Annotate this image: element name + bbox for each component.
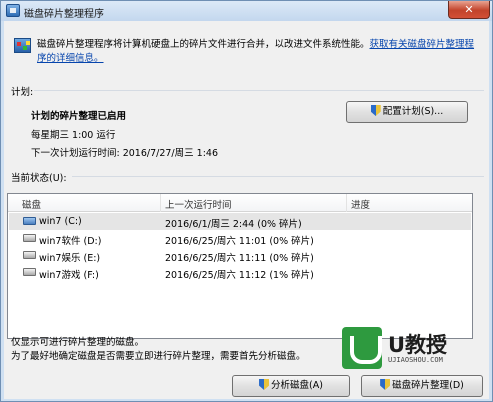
disk-name: win7游戏 (F:) xyxy=(39,270,99,281)
disk-list[interactable]: 磁盘 上一次运行时间 进度 win7 (C:) 2016/6/1/周三 2:44… xyxy=(7,193,473,339)
current-status-label: 当前状态(U): xyxy=(11,173,67,184)
analyze-disk-label: 分析磁盘(A) xyxy=(271,380,323,391)
disk-row[interactable]: win7软件 (D:) 2016/6/25/周六 11:01 (0% 碎片) xyxy=(9,230,471,247)
intro-text: 磁盘碎片整理程序将计算机硬盘上的碎片文件进行合并，以改进文件系统性能。获取有关磁… xyxy=(37,38,477,66)
intro-description: 磁盘碎片整理程序将计算机硬盘上的碎片文件进行合并，以改进文件系统性能。 xyxy=(37,39,370,50)
defrag-app-icon xyxy=(6,4,20,17)
uac-shield-icon xyxy=(380,379,391,390)
uac-shield-icon xyxy=(370,105,381,116)
footer-note-1: 仅显示可进行碎片整理的磁盘。 xyxy=(11,337,145,348)
schedule-divider xyxy=(34,90,484,91)
watermark-title: U教授 xyxy=(388,333,448,357)
drive-icon xyxy=(23,268,36,276)
close-button[interactable]: ✕ xyxy=(448,1,490,19)
disk-last-run: 2016/6/25/周六 11:12 (1% 碎片) xyxy=(165,270,314,281)
disk-list-header: 磁盘 上一次运行时间 进度 xyxy=(8,194,472,212)
disk-last-run: 2016/6/1/周三 2:44 (0% 碎片) xyxy=(165,219,302,230)
disk-last-run: 2016/6/25/周六 11:11 (0% 碎片) xyxy=(165,253,314,264)
column-last-run[interactable]: 上一次运行时间 xyxy=(165,197,232,211)
watermark-subtitle: UJIAOSHOU.COM xyxy=(388,356,443,364)
schedule-section-label: 计划: xyxy=(11,87,34,98)
disk-name: win7软件 (D:) xyxy=(39,236,102,247)
watermark-logo xyxy=(342,327,382,369)
analyze-disk-button[interactable]: 分析磁盘(A) xyxy=(232,375,350,397)
column-disk[interactable]: 磁盘 xyxy=(22,197,41,211)
uac-shield-icon xyxy=(259,379,270,390)
status-divider xyxy=(72,176,484,177)
disk-name: win7 (C:) xyxy=(39,216,82,227)
column-separator[interactable] xyxy=(346,194,347,212)
configure-schedule-label: 配置计划(S)... xyxy=(382,106,444,117)
configure-schedule-button[interactable]: 配置计划(S)... xyxy=(346,101,468,123)
title-bar[interactable]: 磁盘碎片整理程序 ✕ xyxy=(1,1,492,21)
schedule-frequency: 每星期三 1:00 运行 xyxy=(31,130,116,141)
window-title: 磁盘碎片整理程序 xyxy=(24,9,104,20)
footer-note-2: 为了最好地确定磁盘是否需要立即进行碎片整理，需要首先分析磁盘。 xyxy=(11,351,306,362)
next-run-time: 下一次计划运行时间: 2016/7/27/周三 1:46 xyxy=(31,148,218,159)
system-drive-icon xyxy=(23,217,36,225)
disk-row[interactable]: win7游戏 (F:) 2016/6/25/周六 11:12 (1% 碎片) xyxy=(9,264,471,281)
disk-row[interactable]: win7娱乐 (E:) 2016/6/25/周六 11:11 (0% 碎片) xyxy=(9,247,471,264)
disk-last-run: 2016/6/25/周六 11:01 (0% 碎片) xyxy=(165,236,314,247)
schedule-status: 计划的碎片整理已启用 xyxy=(31,111,127,122)
column-progress[interactable]: 进度 xyxy=(351,197,370,211)
defrag-icon xyxy=(14,38,31,53)
disk-name: win7娱乐 (E:) xyxy=(39,253,101,264)
defrag-window: 磁盘碎片整理程序 ✕ 磁盘碎片整理程序将计算机硬盘上的碎片文件进行合并，以改进文… xyxy=(0,0,493,402)
drive-icon xyxy=(23,251,36,259)
disk-row[interactable]: win7 (C:) 2016/6/1/周三 2:44 (0% 碎片) xyxy=(9,213,471,230)
drive-icon xyxy=(23,234,36,242)
column-separator[interactable] xyxy=(160,194,161,212)
defragment-disk-label: 磁盘碎片整理(D) xyxy=(392,380,464,391)
site-watermark: U教授 UJIAOSHOU.COM xyxy=(338,323,478,379)
